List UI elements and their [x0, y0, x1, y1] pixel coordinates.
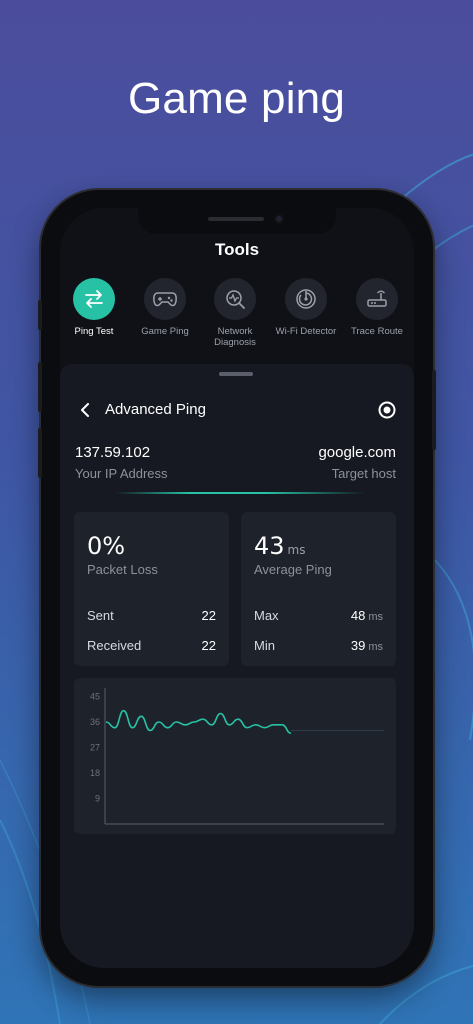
tool-ping-test[interactable]: Ping Test [60, 278, 132, 337]
target-host-label: Target host [331, 466, 396, 481]
tool-label: Trace Route [351, 326, 403, 337]
tool-label: Ping Test [74, 326, 114, 337]
y-tick-label: 36 [90, 717, 100, 727]
max-label: Max [254, 608, 279, 623]
phone-volume-up [38, 362, 42, 412]
packet-loss-value: 0% [87, 532, 126, 560]
ip-address-label: Your IP Address [75, 466, 168, 481]
phone-volume-down [38, 428, 42, 478]
tool-label: Network Diagnosis [214, 326, 256, 348]
notch [138, 208, 336, 234]
received-label: Received [87, 638, 142, 653]
max-value: 48 ms [351, 608, 383, 623]
gamepad-icon [144, 278, 186, 320]
sent-value: 22 [201, 608, 216, 623]
transfer-arrows-icon [73, 278, 115, 320]
min-unit: ms [368, 641, 383, 653]
sheet-handle[interactable] [219, 372, 253, 376]
phone-screen: Tools Ping Test Game Ping Network Diagno… [60, 208, 414, 968]
target-host-value: google.com [318, 444, 396, 461]
packet-loss-label: Packet Loss [87, 562, 158, 577]
max-number: 48 [350, 608, 366, 623]
y-tick-label: 9 [95, 794, 100, 804]
tool-network-diagnosis[interactable]: Network Diagnosis [197, 278, 273, 348]
camera [274, 214, 284, 224]
max-unit: ms [368, 611, 383, 623]
advanced-ping-sheet: Advanced Ping 137.59.102 Your IP Address… [60, 364, 414, 968]
radar-icon [285, 278, 327, 320]
screen-title: Tools [214, 240, 260, 259]
y-tick-label: 27 [90, 743, 100, 753]
tool-label: Game Ping [141, 326, 189, 337]
record-icon [378, 401, 396, 419]
min-label: Min [254, 638, 275, 653]
sent-label: Sent [87, 608, 114, 623]
average-ping-unit: ms [287, 543, 306, 557]
phone-power-button [432, 370, 436, 450]
divider [115, 492, 365, 494]
chevron-left-icon [81, 403, 89, 417]
ip-address-value: 137.59.102 [75, 444, 151, 461]
phone-side-button [38, 300, 42, 330]
y-tick-label: 18 [90, 768, 100, 778]
min-number: 39 [350, 638, 366, 653]
tool-game-ping[interactable]: Game Ping [127, 278, 203, 337]
average-ping-number: 43 [254, 532, 285, 560]
average-ping-card: 43 ms Average Ping Max 48 ms Min 39 ms [241, 512, 396, 666]
back-button[interactable] [76, 400, 94, 420]
router-icon [356, 278, 398, 320]
y-tick-label: 45 [90, 692, 100, 702]
speaker [208, 217, 264, 221]
tool-label: Wi-Fi Detector [275, 326, 337, 337]
min-value: 39 ms [351, 638, 383, 653]
received-value: 22 [201, 638, 216, 653]
pulse-search-icon [214, 278, 256, 320]
ping-series-line [105, 709, 292, 735]
sheet-title: Advanced Ping [105, 401, 206, 418]
average-ping-value: 43 ms [254, 532, 306, 560]
tool-trace-route[interactable]: Trace Route [339, 278, 414, 337]
ping-chart: 9 18 27 36 45 [90, 688, 384, 825]
tool-wifi-detector[interactable]: Wi-Fi Detector [268, 278, 344, 337]
headline: Game ping [127, 74, 346, 123]
packet-loss-card: 0% Packet Loss Sent 22 Received 22 [74, 512, 229, 666]
average-ping-label: Average Ping [254, 562, 332, 577]
ping-chart-card: 9 18 27 36 45 [74, 678, 396, 834]
record-button[interactable] [378, 401, 396, 419]
